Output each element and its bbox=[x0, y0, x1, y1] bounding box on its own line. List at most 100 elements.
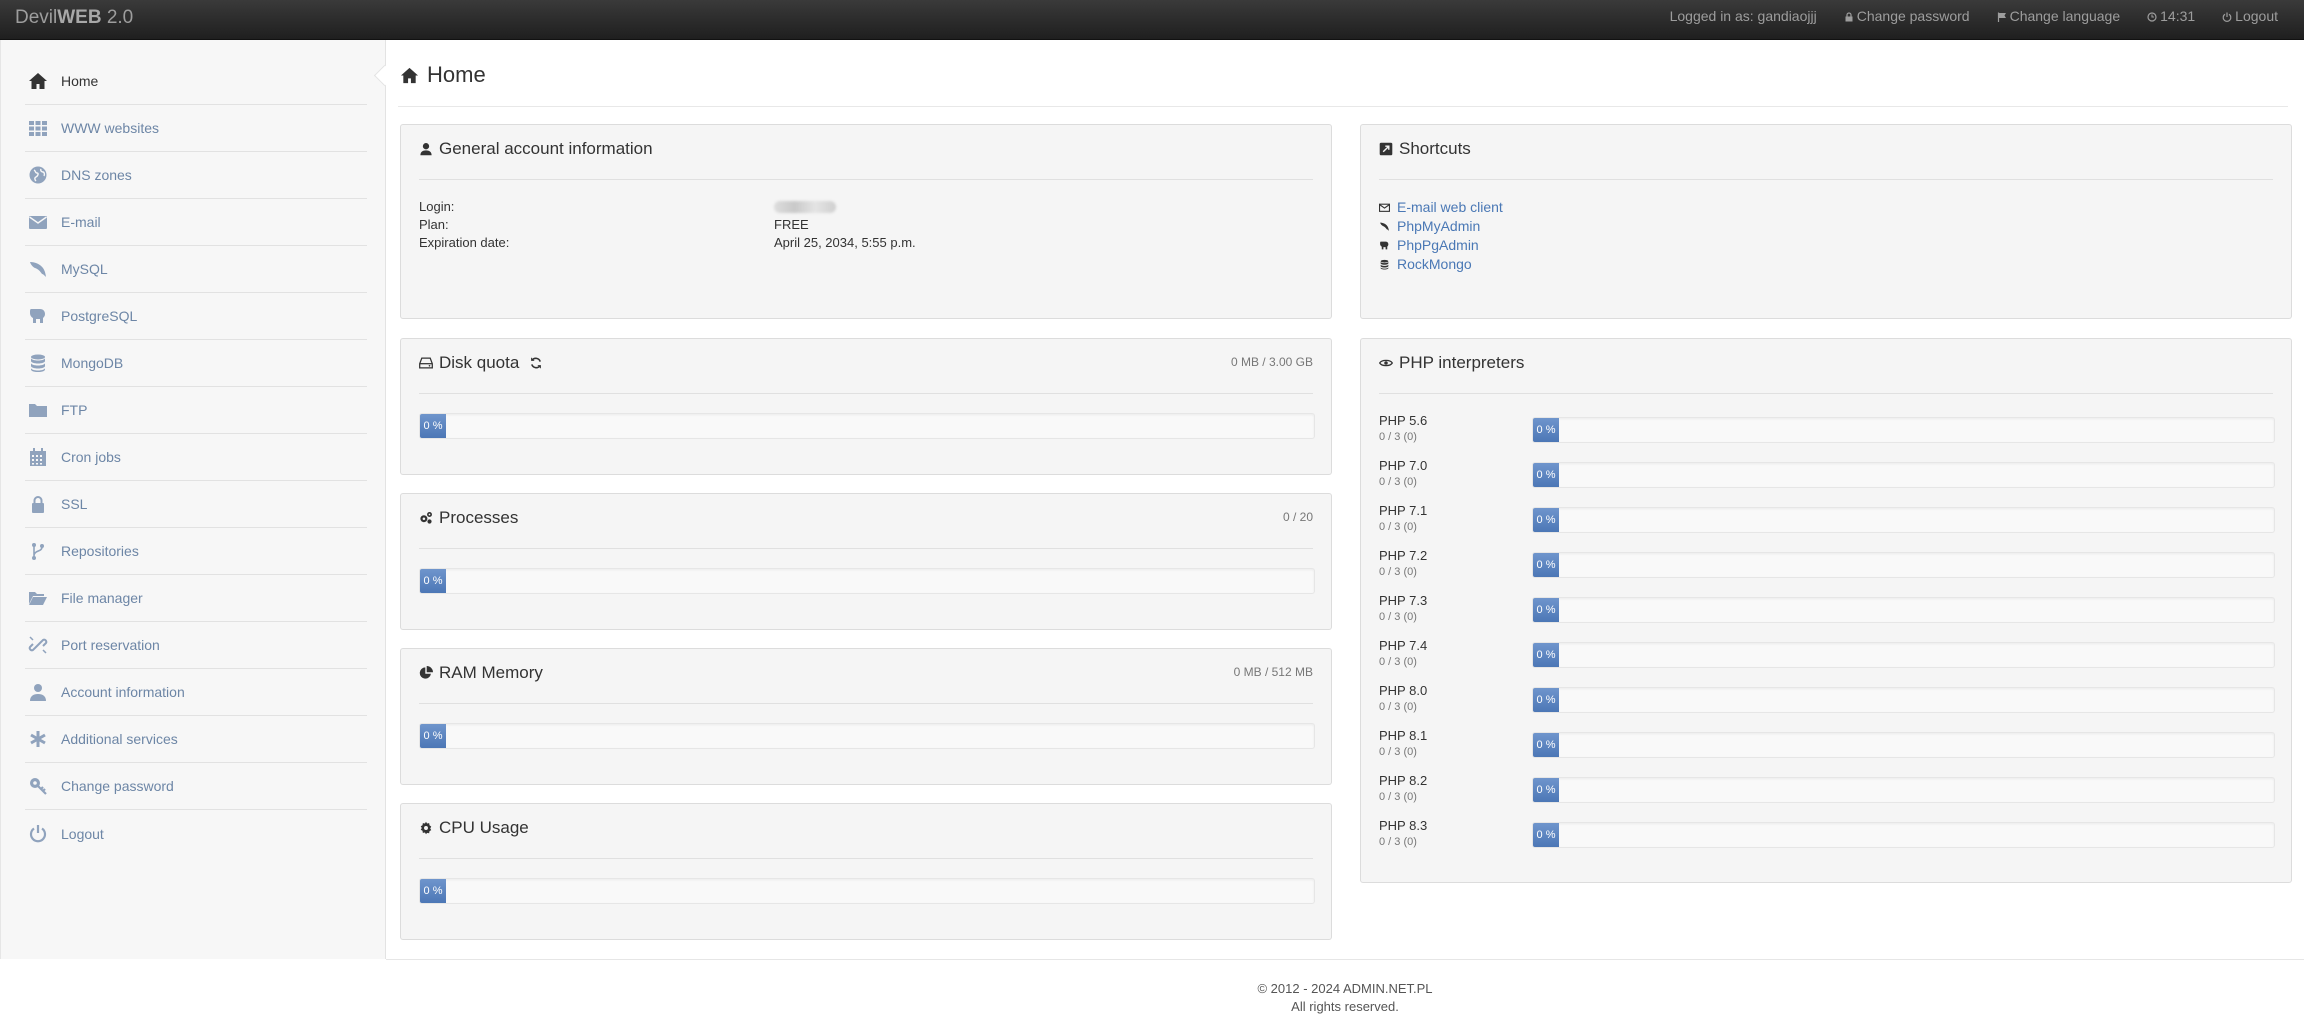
progress-fill: 0 % bbox=[420, 414, 446, 438]
sidebar-menu: Home WWW websites DNS zones E-mail MySQL… bbox=[1, 40, 385, 857]
footer-copyright: © 2012 - 2024 ADMIN.NET.PL bbox=[1257, 981, 1433, 996]
sidebar-item-file-manager[interactable]: File manager bbox=[25, 575, 367, 622]
sidebar-item-label: DNS zones bbox=[61, 167, 132, 183]
brand-logo[interactable]: DevilWEB 2.0 bbox=[15, 0, 133, 36]
folder-icon bbox=[27, 399, 49, 421]
user-icon bbox=[420, 143, 432, 156]
cpu-progress-bar: 0 % bbox=[419, 878, 1315, 904]
database-icon bbox=[27, 352, 49, 374]
sidebar-item-cron-jobs[interactable]: Cron jobs bbox=[25, 434, 367, 481]
php-progress-bar: 0 % bbox=[1532, 462, 2275, 488]
sidebar-item-label: Change password bbox=[61, 778, 174, 794]
sidebar-item-label: Logout bbox=[61, 825, 104, 842]
sidebar-item-dns-zones[interactable]: DNS zones bbox=[25, 152, 367, 199]
envelope-icon bbox=[27, 211, 49, 233]
panel-header: Disk quota bbox=[419, 353, 543, 373]
change-language-link[interactable]: Change language bbox=[1997, 0, 2120, 33]
sidebar-item-www-websites[interactable]: WWW websites bbox=[25, 105, 367, 152]
ram-progress-bar: 0 % bbox=[419, 723, 1315, 749]
sidebar-item-change-password[interactable]: Change password bbox=[25, 763, 367, 810]
navbar-links: Logged in as: gandiaojjj Change password… bbox=[1670, 0, 2278, 33]
sidebar-item-label: MySQL bbox=[61, 261, 108, 277]
power-icon bbox=[27, 823, 49, 845]
panel-header: General account information bbox=[419, 139, 653, 159]
progress-fill: 0 % bbox=[1533, 643, 1559, 667]
sidebar-item-mysql[interactable]: MySQL bbox=[25, 246, 367, 293]
shortcut-label: PhpMyAdmin bbox=[1397, 218, 1481, 234]
elephant-icon bbox=[27, 305, 49, 327]
panel-divider bbox=[1379, 179, 2273, 180]
php-progress-bar: 0 % bbox=[1532, 687, 2275, 713]
php-version-usage: 0 / 3 (0) bbox=[1379, 701, 1417, 713]
navbar-logout-link[interactable]: Logout bbox=[2222, 0, 2278, 33]
panel-title: RAM Memory bbox=[439, 663, 543, 682]
progress-fill: 0 % bbox=[1533, 778, 1559, 802]
pie-chart-icon bbox=[419, 666, 433, 679]
php-version-usage: 0 / 3 (0) bbox=[1379, 611, 1417, 623]
php-version-name: PHP 5.6 bbox=[1379, 413, 1428, 428]
shortcut-label: PhpPgAdmin bbox=[1397, 237, 1479, 253]
grid-icon bbox=[27, 117, 49, 139]
sidebar-item-email[interactable]: E-mail bbox=[25, 199, 367, 246]
sidebar-item-logout[interactable]: Logout bbox=[25, 810, 367, 857]
php-progress-bar: 0 % bbox=[1532, 552, 2275, 578]
php-version-name: PHP 7.0 bbox=[1379, 458, 1428, 473]
progress-fill: 0 % bbox=[420, 879, 446, 903]
home-icon bbox=[27, 70, 49, 92]
sidebar-item-ssl[interactable]: SSL bbox=[25, 481, 367, 528]
change-password-link[interactable]: Change password bbox=[1844, 0, 1970, 33]
envelope-icon bbox=[1379, 203, 1390, 212]
sidebar-item-label: MongoDB bbox=[61, 355, 124, 371]
php-version-name: PHP 8.1 bbox=[1379, 728, 1428, 743]
shortcut-label: RockMongo bbox=[1397, 256, 1472, 272]
panel-title: PHP interpreters bbox=[1399, 353, 1525, 372]
lock-icon bbox=[27, 493, 49, 515]
change-password-label: Change password bbox=[1856, 8, 1970, 24]
plan-label: Plan: bbox=[419, 217, 449, 232]
expiration-value: April 25, 2034, 5:55 p.m. bbox=[774, 235, 916, 250]
sidebar-item-label: E-mail bbox=[61, 214, 101, 230]
panel-title: CPU Usage bbox=[439, 818, 529, 837]
php-progress-bar: 0 % bbox=[1532, 597, 2275, 623]
processes-usage-text: 0 / 20 bbox=[1282, 510, 1313, 524]
folder-open-icon bbox=[27, 587, 49, 609]
shortcut-email-web-client[interactable]: E-mail web client bbox=[1379, 199, 1503, 215]
link-icon bbox=[27, 634, 49, 656]
sidebar-item-label: Cron jobs bbox=[61, 449, 121, 465]
sidebar-item-mongodb[interactable]: MongoDB bbox=[25, 340, 367, 387]
login-label: Login: bbox=[419, 199, 455, 214]
brand-version: 2.0 bbox=[101, 7, 134, 28]
logged-in-text: Logged in as: gandiaojjj bbox=[1669, 8, 1817, 24]
progress-fill: 0 % bbox=[1533, 553, 1559, 577]
clock-display: 14:31 bbox=[2147, 0, 2195, 33]
sidebar-item-home[interactable]: Home bbox=[25, 58, 367, 105]
php-version-usage: 0 / 3 (0) bbox=[1379, 791, 1417, 803]
sidebar-item-port-reservation[interactable]: Port reservation bbox=[25, 622, 367, 669]
home-icon bbox=[400, 67, 419, 83]
page-title-text: Home bbox=[427, 62, 486, 87]
sidebar-item-postgresql[interactable]: PostgreSQL bbox=[25, 293, 367, 340]
php-version-name: PHP 7.3 bbox=[1379, 593, 1428, 608]
sidebar-item-account-information[interactable]: Account information bbox=[25, 669, 367, 716]
navbar-logout-label: Logout bbox=[2235, 8, 2278, 24]
shortcut-rockmongo[interactable]: RockMongo bbox=[1379, 256, 1472, 272]
progress-fill: 0 % bbox=[420, 569, 446, 593]
clock-icon bbox=[2147, 11, 2157, 22]
sidebar-item-ftp[interactable]: FTP bbox=[25, 387, 367, 434]
php-version-usage: 0 / 3 (0) bbox=[1379, 431, 1417, 443]
sidebar-item-repositories[interactable]: Repositories bbox=[25, 528, 367, 575]
calendar-icon bbox=[27, 446, 49, 468]
php-version-name: PHP 8.0 bbox=[1379, 683, 1428, 698]
php-version-name: PHP 7.1 bbox=[1379, 503, 1428, 518]
shortcut-phppgadmin[interactable]: PhpPgAdmin bbox=[1379, 237, 1479, 253]
progress-fill: 0 % bbox=[420, 724, 446, 748]
sidebar-item-label: Additional services bbox=[61, 731, 178, 747]
power-icon bbox=[2222, 12, 2232, 22]
panel-header: RAM Memory bbox=[419, 663, 543, 683]
title-divider bbox=[398, 106, 2288, 107]
shortcut-phpmyadmin[interactable]: PhpMyAdmin bbox=[1379, 218, 1480, 234]
sidebar-item-label: WWW websites bbox=[61, 120, 159, 136]
dolphin-icon bbox=[1380, 222, 1389, 231]
refresh-icon[interactable] bbox=[529, 356, 543, 370]
sidebar-item-additional-services[interactable]: Additional services bbox=[25, 716, 367, 763]
